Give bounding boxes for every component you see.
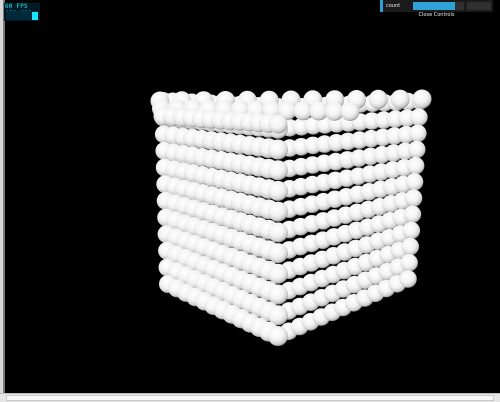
count-value-input[interactable] xyxy=(467,2,491,10)
close-controls-button[interactable]: Close Controls xyxy=(380,12,493,19)
sphere xyxy=(268,201,288,222)
sphere xyxy=(401,237,420,256)
sphere xyxy=(390,89,410,109)
sphere xyxy=(268,114,288,134)
sphere xyxy=(340,102,360,121)
sphere xyxy=(404,189,423,207)
sphere-cube xyxy=(150,89,432,346)
stats-panel[interactable]: 60 FPS (60-60) xyxy=(4,3,40,21)
count-control-row: count xyxy=(380,0,493,12)
fps-graph-bar xyxy=(32,12,38,20)
sphere xyxy=(403,205,422,224)
sphere xyxy=(399,270,417,288)
scrollbar-thumb[interactable] xyxy=(6,395,494,401)
sphere xyxy=(402,221,421,240)
count-label: count xyxy=(386,3,401,9)
sphere xyxy=(412,89,432,109)
sphere xyxy=(268,222,288,243)
sphere xyxy=(268,139,288,160)
sphere xyxy=(407,140,426,159)
three-d-viewport[interactable] xyxy=(0,0,500,402)
sphere xyxy=(268,263,288,284)
sphere xyxy=(405,173,424,191)
sphere xyxy=(368,89,388,109)
sphere xyxy=(409,124,427,143)
sphere xyxy=(268,243,288,264)
count-slider[interactable] xyxy=(413,2,464,10)
horizontal-scrollbar[interactable] xyxy=(0,393,500,402)
sphere xyxy=(268,160,288,181)
sphere xyxy=(268,284,288,305)
sphere xyxy=(268,180,288,201)
sphere xyxy=(400,253,418,272)
fps-graph xyxy=(6,11,38,20)
controls-panel: count Close Controls xyxy=(380,0,493,19)
sphere xyxy=(268,326,288,346)
sphere xyxy=(406,156,425,175)
sphere xyxy=(410,108,428,126)
count-slider-fill xyxy=(413,2,455,10)
